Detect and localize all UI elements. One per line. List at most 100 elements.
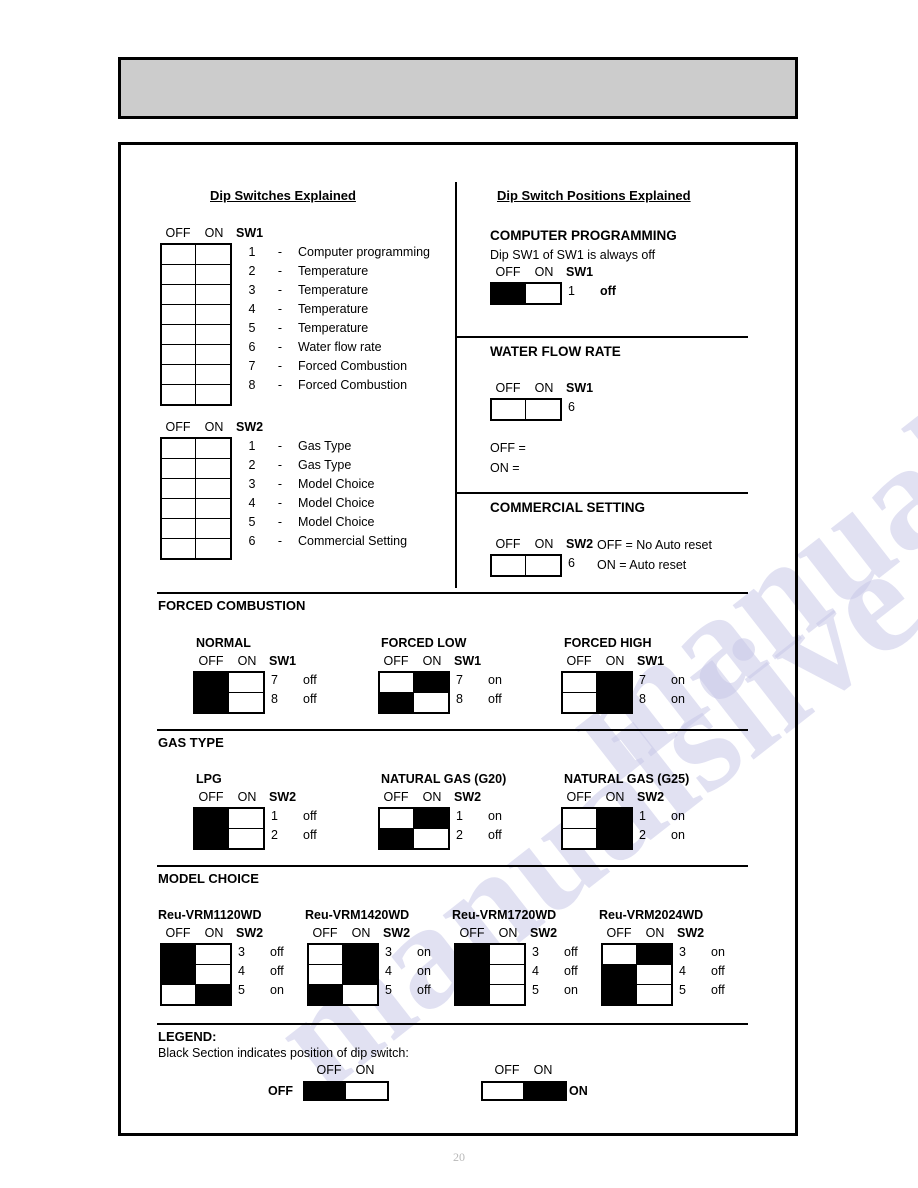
model-choice-item-grid[interactable] [454,943,526,1006]
dip-cell-on[interactable] [196,499,230,518]
sw1-reference-grid[interactable] [160,243,232,406]
dip-switch-row[interactable] [309,965,377,985]
dip-cell-on[interactable] [196,365,230,384]
dip-switch-row[interactable] [603,965,671,985]
dip-cell-off[interactable] [195,829,229,848]
dip-cell-off[interactable] [195,693,229,712]
dip-cell-off[interactable] [162,965,196,984]
dip-cell-off[interactable] [162,539,196,558]
dip-cell-on[interactable] [526,284,560,303]
dip-switch-row[interactable] [492,284,560,303]
dip-cell-off[interactable] [563,693,597,712]
dip-switch-row[interactable] [162,985,230,1004]
dip-cell-on[interactable] [597,693,631,712]
dip-switch-row[interactable] [195,809,263,829]
dip-switch-row[interactable] [162,965,230,985]
dip-switch-row[interactable] [162,385,230,404]
dip-switch-row[interactable] [162,285,230,305]
dip-switch-row[interactable] [162,539,230,558]
dip-cell-on[interactable] [196,479,230,498]
sw2-reference-grid[interactable] [160,437,232,560]
dip-switch-row[interactable] [162,345,230,365]
dip-switch-row[interactable] [195,829,263,848]
dip-switch-row[interactable] [195,693,263,712]
model-choice-item-grid[interactable] [601,943,673,1006]
dip-switch-row[interactable] [380,809,448,829]
legend-off-example-grid[interactable] [303,1081,389,1101]
dip-cell-off[interactable] [162,345,196,364]
dip-cell-off[interactable] [162,365,196,384]
dip-switch-row[interactable] [563,829,631,848]
dip-cell-off[interactable] [162,245,196,264]
dip-cell-off[interactable] [492,284,526,303]
dip-cell-off[interactable] [162,459,196,478]
dip-cell-off[interactable] [162,385,196,404]
dip-cell-off[interactable] [380,693,414,712]
gas-type-item-grid[interactable] [561,807,633,850]
dip-switch-row[interactable] [162,479,230,499]
dip-cell-on[interactable] [196,385,230,404]
dip-switch-row[interactable] [563,673,631,693]
dip-switch-row[interactable] [563,693,631,712]
forced-combustion-item-grid[interactable] [193,671,265,714]
water-flow-rate-grid[interactable] [490,398,562,421]
dip-cell-on[interactable] [196,519,230,538]
dip-switch-row[interactable] [492,556,560,575]
dip-switch-row[interactable] [162,325,230,345]
dip-switch-row[interactable] [603,985,671,1004]
dip-switch-row[interactable] [456,945,524,965]
dip-switch-row[interactable] [456,965,524,985]
dip-switch-row[interactable] [603,945,671,965]
dip-cell-on[interactable] [637,945,671,964]
dip-cell-on[interactable] [637,985,671,1004]
dip-cell-on[interactable] [196,285,230,304]
dip-cell-off[interactable] [162,499,196,518]
dip-cell-off[interactable] [162,285,196,304]
dip-cell-off[interactable] [309,965,343,984]
forced-combustion-item-grid[interactable] [561,671,633,714]
dip-cell-on[interactable] [597,829,631,848]
dip-switch-row[interactable] [380,829,448,848]
dip-switch-row[interactable] [162,945,230,965]
dip-cell-off[interactable] [162,265,196,284]
dip-cell-on[interactable] [414,693,448,712]
commercial-setting-grid[interactable] [490,554,562,577]
dip-cell-off[interactable] [603,985,637,1004]
dip-cell-off[interactable] [195,809,229,828]
dip-cell-on[interactable] [196,945,230,964]
model-choice-item-grid[interactable] [307,943,379,1006]
dip-cell-on[interactable] [597,809,631,828]
dip-cell-off[interactable] [492,400,526,419]
dip-cell-on[interactable] [343,985,377,1004]
dip-switch-row[interactable] [492,400,560,419]
dip-cell-off[interactable] [162,985,196,1004]
dip-cell-off[interactable] [563,673,597,692]
dip-cell-off[interactable] [456,985,490,1004]
dip-cell-off[interactable] [162,325,196,344]
dip-switch-row[interactable] [563,809,631,829]
dip-cell-off[interactable] [603,945,637,964]
dip-cell-off[interactable] [456,965,490,984]
dip-cell-on[interactable] [414,673,448,692]
dip-cell-off[interactable] [380,673,414,692]
dip-cell-on[interactable] [490,945,524,964]
dip-cell-off[interactable] [195,673,229,692]
dip-switch-row[interactable] [456,985,524,1004]
dip-cell-off[interactable] [162,305,196,324]
dip-cell-on[interactable] [597,673,631,692]
dip-cell-off[interactable] [492,556,526,575]
dip-cell-off[interactable] [563,809,597,828]
gas-type-item-grid[interactable] [378,807,450,850]
dip-cell-on[interactable] [196,985,230,1004]
dip-switch-row[interactable] [380,693,448,712]
dip-cell-on[interactable] [526,400,560,419]
legend-on-example-grid[interactable] [481,1081,567,1101]
dip-switch-row[interactable] [162,519,230,539]
dip-cell-off[interactable] [162,519,196,538]
dip-cell-on[interactable] [229,693,263,712]
dip-cell-on[interactable] [196,345,230,364]
dip-cell-off[interactable] [309,945,343,964]
dip-cell-off[interactable] [162,439,196,458]
dip-switch-row[interactable] [162,459,230,479]
dip-cell-on[interactable] [196,459,230,478]
